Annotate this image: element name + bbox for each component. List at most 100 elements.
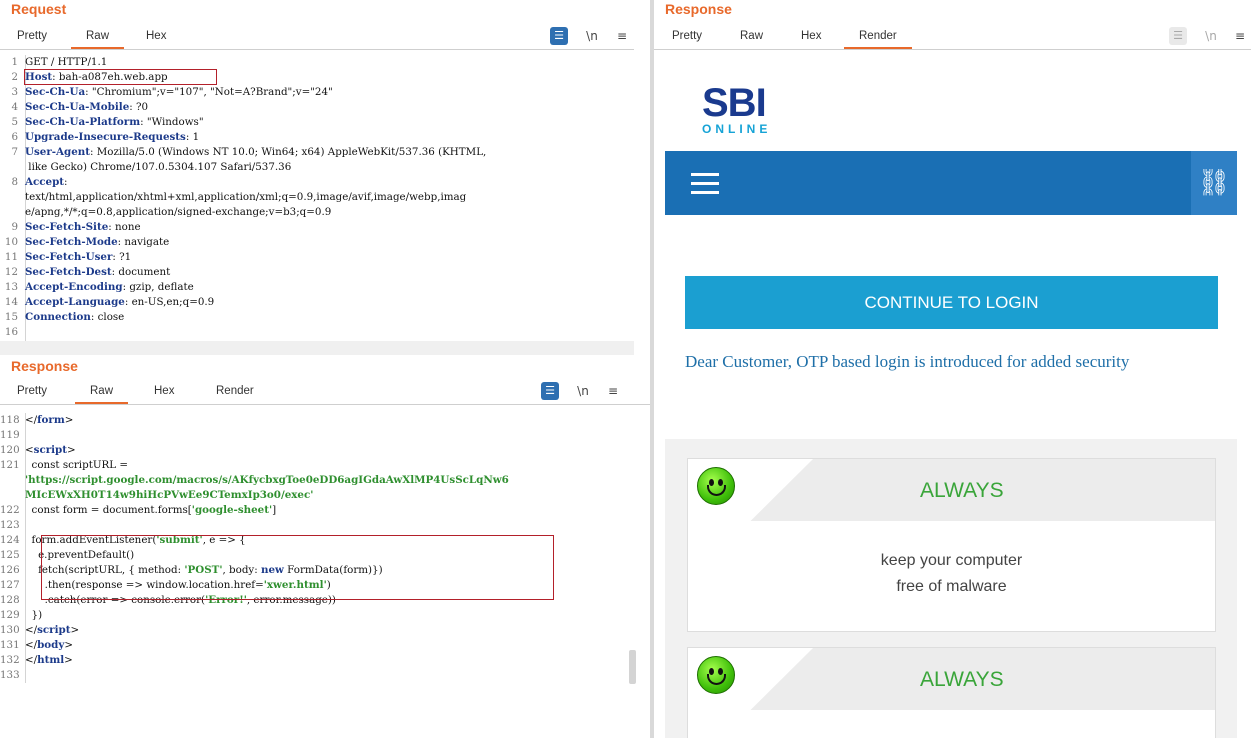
header-name: Sec-Fetch-User: [25, 251, 113, 263]
code-line: 9 Sec-Fetch-Site: none: [0, 220, 634, 235]
response-left-title: Response: [11, 358, 78, 374]
code-line: like Gecko) Chrome/107.0.5304.107 Safari…: [0, 160, 634, 175]
header-name: User-Agent: [25, 146, 91, 158]
newline-icon[interactable]: \n: [1202, 27, 1220, 45]
link-icon[interactable]: ⛓: [1191, 151, 1237, 215]
response-scrollbar[interactable]: [629, 650, 636, 684]
sbi-logo[interactable]: SBI ONLINE: [702, 81, 771, 136]
code-token: </: [25, 624, 38, 636]
code-line: 8 Accept:: [0, 175, 634, 190]
sbi-logo-mark: SBI: [702, 81, 767, 125]
code-text: e/apng,*/*;q=0.8,application/signed-exch…: [25, 206, 332, 218]
code-token: </: [25, 639, 38, 651]
menu-icon[interactable]: ≡: [1231, 27, 1249, 45]
menu-icon[interactable]: ≡: [613, 27, 631, 45]
code-line: 121 const scriptURL =: [0, 458, 640, 473]
continue-to-login-button[interactable]: CONTINUE TO LOGIN: [685, 276, 1218, 329]
code-line: 130 </script>: [0, 623, 640, 638]
code-line: 12 Sec-Fetch-Dest: document: [0, 265, 634, 280]
response-left-tab-pretty[interactable]: Pretty: [17, 385, 47, 402]
response-right-tab-raw[interactable]: Raw: [740, 30, 763, 47]
header-value: :: [64, 176, 68, 188]
line-number: 9: [11, 221, 18, 233]
code-token: body: [37, 639, 65, 651]
header-name: Accept-Language: [25, 296, 125, 308]
code-line: 6 Upgrade-Insecure-Requests: 1: [0, 130, 634, 145]
response-left-tab-render[interactable]: Render: [216, 385, 254, 402]
code-line: 131 </body>: [0, 638, 640, 653]
format-icon[interactable]: ☰: [541, 382, 559, 400]
request-tab-hex[interactable]: Hex: [146, 30, 166, 47]
render-view: SBI ONLINE ⛓ CONTINUE TO LOGIN Dear Cust…: [654, 50, 1251, 738]
sbi-nav-bar: ⛓: [665, 151, 1237, 215]
response-right-tab-pretty[interactable]: Pretty: [672, 30, 702, 47]
code-token: >: [64, 654, 73, 666]
code-line: 13 Accept-Encoding: gzip, deflate: [0, 280, 634, 295]
tip-card-line: keep your computer: [880, 552, 1023, 569]
code-token: form: [37, 414, 65, 426]
response-left-tab-raw[interactable]: Raw: [75, 385, 129, 404]
response-right-tab-hex[interactable]: Hex: [801, 30, 821, 47]
header-name: Connection: [25, 311, 91, 323]
newline-icon[interactable]: \n: [583, 27, 601, 45]
request-editor[interactable]: 1 GET / HTTP/1.1 2 Host: bah-a087eh.web.app…: [0, 55, 634, 355]
code-line: 123: [0, 518, 640, 533]
code-line: 120 <script>: [0, 443, 640, 458]
header-name: Sec-Fetch-Mode: [25, 236, 118, 248]
request-tab-pretty[interactable]: Pretty: [17, 30, 47, 47]
code-line: 3 Sec-Ch-Ua: "Chromium";v="107", "Not=A?B…: [0, 85, 634, 100]
request-pane: Request Pretty Raw Hex ☰ \n ≡ 1 GET / HTT…: [0, 0, 634, 355]
header-name: Upgrade-Insecure-Requests: [25, 131, 186, 143]
header-name: Accept-Encoding: [25, 281, 123, 293]
line-number: 128: [0, 594, 20, 606]
response-right-tabs: Pretty Raw Hex Render: [654, 26, 1251, 50]
line-number: 132: [0, 654, 20, 666]
code-token: const scriptURL =: [25, 459, 129, 471]
sbi-logo-sub: ONLINE: [702, 122, 772, 136]
newline-icon[interactable]: \n: [574, 382, 592, 400]
line-number: 124: [0, 534, 20, 546]
code-line: text/html,application/xhtml+xml,applicat…: [0, 190, 634, 205]
code-token: >: [70, 624, 80, 636]
line-number: 127: [0, 579, 20, 591]
code-token: script: [37, 624, 71, 636]
hamburger-menu-icon[interactable]: [691, 173, 719, 195]
code-line: 14 Accept-Language: en-US,en;q=0.9: [0, 295, 634, 310]
code-token: >: [67, 444, 76, 456]
code-line: 129 }): [0, 608, 640, 623]
code-line: 122 const form = document.forms['google-…: [0, 503, 640, 518]
format-icon[interactable]: ☰: [1169, 27, 1187, 45]
otp-notice: Dear Customer, OTP based login is introd…: [685, 352, 1130, 371]
code-line: 5 Sec-Ch-Ua-Platform: "Windows": [0, 115, 634, 130]
request-tab-raw[interactable]: Raw: [71, 30, 125, 49]
response-pane-left: Response Pretty Raw Hex Render ☰ \n ≡ 11…: [0, 355, 650, 738]
code-token: }): [25, 609, 43, 621]
code-line: 133: [0, 668, 640, 683]
code-token: <: [25, 444, 34, 456]
header-value: : "Windows": [140, 116, 204, 128]
menu-icon[interactable]: ≡: [604, 382, 622, 400]
line-number: 6: [11, 131, 18, 143]
line-number: 5: [11, 116, 18, 128]
header-name: Sec-Ch-Ua-Mobile: [25, 101, 130, 113]
line-number: 12: [4, 266, 18, 278]
code-token: >: [64, 639, 74, 651]
header-value: : en-US,en;q=0.9: [124, 296, 215, 308]
header-value: : none: [108, 221, 141, 233]
format-icon[interactable]: ☰: [550, 27, 568, 45]
code-token: MIcEWxXH0T14w9hiHcPVwEe9CTemxIp3o0/exec': [25, 489, 314, 501]
response-right-tab-render[interactable]: Render: [844, 30, 912, 49]
line-number: 125: [0, 549, 20, 561]
line-number: 3: [11, 86, 18, 98]
host-highlight-box: [24, 69, 217, 85]
line-number: 2: [11, 71, 18, 83]
tip-card-title: ALWAYS: [920, 668, 1004, 691]
header-value: : close: [90, 311, 125, 323]
response-left-tab-hex[interactable]: Hex: [154, 385, 174, 402]
code-line: 15 Connection: close: [0, 310, 634, 325]
submit-handler-highlight-box: [41, 535, 554, 600]
header-value: : ?1: [112, 251, 132, 263]
pane-splitter[interactable]: [0, 341, 634, 355]
code-line: 132 </html>: [0, 653, 640, 668]
code-line: 16: [0, 325, 634, 340]
